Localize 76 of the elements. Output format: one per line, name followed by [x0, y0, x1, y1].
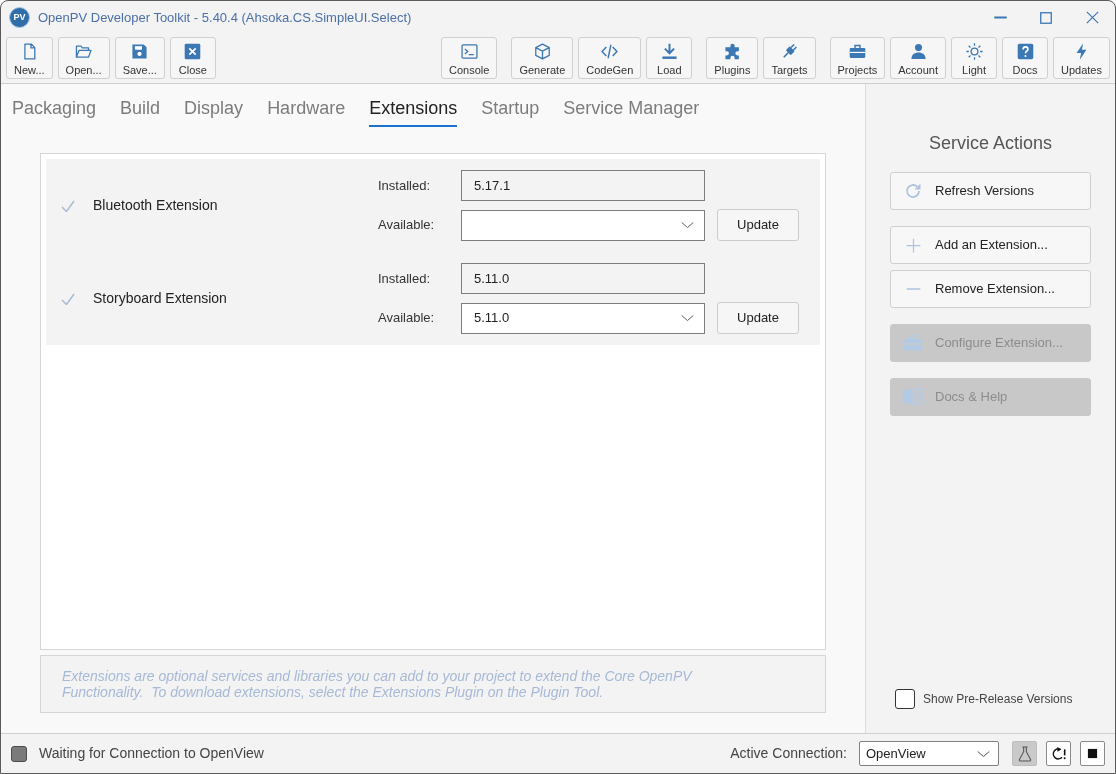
installed-label: Installed:	[378, 269, 432, 288]
toolbar-button[interactable]: Plugins	[706, 37, 759, 79]
download-icon	[660, 43, 678, 60]
folder-icon	[75, 43, 93, 60]
tab[interactable]: Packaging	[12, 84, 97, 127]
toolbar-button[interactable]: Docs	[1002, 37, 1048, 79]
window-title: OpenPV Developer Toolkit - 5.40.4 (Ahsoka.CS.SimpleUI.Select)	[38, 8, 412, 27]
toolbar-button[interactable]: Account	[890, 37, 946, 79]
version-dropdown[interactable]	[461, 209, 705, 241]
panel-title: Service Actions	[927, 132, 1054, 155]
stop-icon	[1087, 748, 1098, 759]
tab[interactable]: Hardware	[267, 84, 346, 127]
status-indicator-icon	[11, 745, 27, 762]
minimize-icon[interactable]	[992, 16, 1008, 19]
toolbar-button[interactable]: New...	[6, 37, 53, 79]
app-logo: PV	[9, 7, 30, 28]
toolbar-button[interactable]: Close	[169, 37, 216, 79]
info-text: Extensions are optional services and libraries you can add to your project to extend the Core OpenPV Functionality. To download extensions, select the Extensions Plugin on the Plugin Tool.	[62, 668, 694, 700]
minus-icon	[905, 288, 921, 290]
toolbar-button[interactable]: Console	[441, 37, 498, 79]
available-label: Available:	[378, 216, 436, 235]
puzzle-piece-icon	[723, 43, 741, 60]
available-label: Available:	[378, 309, 436, 328]
toolbox-icon	[903, 334, 923, 352]
user-icon	[909, 43, 927, 60]
plug-icon	[780, 43, 798, 60]
tab[interactable]: Build	[120, 84, 161, 127]
stop-button[interactable]	[1080, 741, 1105, 766]
installed-version-field[interactable]: 5.17.1	[461, 170, 705, 201]
chevron-down-icon	[681, 314, 694, 322]
update-button[interactable]: Update	[717, 302, 799, 334]
plus-icon	[905, 237, 921, 253]
flask-button[interactable]	[1012, 741, 1037, 766]
close-icon[interactable]	[1085, 11, 1099, 24]
close-square-icon	[184, 43, 202, 60]
action-button[interactable]: Refresh Versions	[890, 172, 1091, 210]
version-dropdown[interactable]: 5.11.0	[461, 302, 705, 334]
tab[interactable]: Display	[184, 84, 244, 127]
extension-name: Bluetooth Extension	[93, 196, 218, 215]
toolbox-icon	[848, 43, 866, 60]
extension-name: Storyboard Extension	[93, 289, 227, 308]
rotate-button[interactable]	[1046, 741, 1071, 766]
terminal-icon	[460, 43, 478, 60]
checkbox-label: Show Pre-Release Versions	[923, 691, 1073, 708]
rotate-alert-icon	[1050, 745, 1067, 762]
toolbar-button[interactable]: Generate	[511, 37, 574, 79]
toolbar-button[interactable]: Open...	[57, 37, 110, 79]
toolbar-button[interactable]: Updates	[1053, 37, 1110, 79]
toolbar-button[interactable]: Targets	[763, 37, 816, 79]
status-message: Waiting for Connection to OpenView	[39, 744, 264, 763]
tab[interactable]: Service Manager	[563, 84, 700, 127]
sun-icon	[965, 43, 983, 60]
toolbar-button[interactable]: Projects	[829, 37, 886, 79]
help-icon	[1016, 43, 1034, 60]
action-button[interactable]: Add an Extension...	[890, 226, 1091, 264]
chevron-down-icon	[977, 749, 990, 758]
connection-label: Active Connection:	[730, 744, 847, 763]
chevron-down-icon	[681, 221, 694, 229]
installed-version-field[interactable]: 5.11.0	[461, 263, 705, 294]
book-icon	[902, 388, 924, 406]
toolbar-button[interactable]: Save...	[114, 37, 165, 79]
cube-icon	[533, 43, 551, 60]
action-button[interactable]: Remove Extension...	[890, 270, 1091, 308]
installed-label: Installed:	[378, 176, 432, 195]
tab[interactable]: Extensions	[369, 84, 458, 127]
toolbar-button[interactable]: Load	[646, 37, 693, 79]
toolbar-button[interactable]: Light	[951, 37, 997, 79]
connection-dropdown[interactable]: OpenView	[859, 741, 999, 766]
flask-icon	[1016, 745, 1033, 762]
update-button[interactable]: Update	[717, 209, 799, 241]
refresh-icon	[904, 182, 922, 200]
toolbar-button[interactable]: CodeGen	[578, 37, 642, 79]
checkbox[interactable]	[895, 689, 915, 709]
code-icon	[601, 43, 619, 60]
maximize-icon[interactable]	[1040, 11, 1052, 24]
tab[interactable]: Startup	[481, 84, 540, 127]
